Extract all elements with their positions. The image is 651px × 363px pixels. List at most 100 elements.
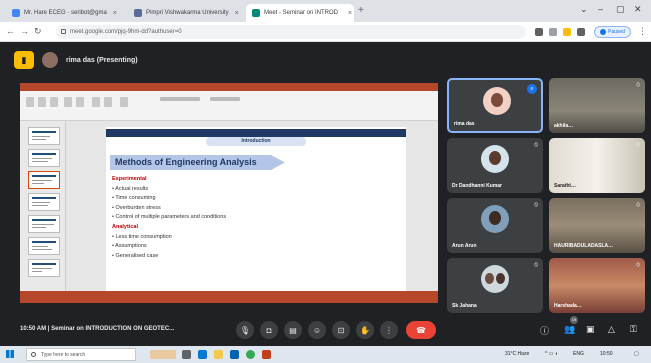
slide-bullet: • Assumptions [112, 243, 147, 250]
system-tray-icons[interactable]: ^ ▭ ◖ [545, 351, 558, 357]
close-window-icon[interactable]: ✕ [634, 4, 642, 15]
leave-call-button[interactable]: ☎ [406, 321, 436, 339]
star-icon[interactable] [563, 28, 571, 36]
slide-bullet-list: Experimental • Actual results • Time con… [112, 175, 312, 261]
participant-name: Dr Dandhanni Kumar [452, 183, 503, 189]
host-controls-icon[interactable]: ⚿ [630, 324, 637, 335]
people-icon[interactable]: 👥 [564, 324, 575, 335]
slide-canvas: Introduction Methods of Engineering Anal… [66, 121, 438, 291]
more-options-button[interactable]: ⋮ [380, 321, 398, 339]
participant-tile[interactable]: ⦸ Dr Dandhanni Kumar [447, 138, 543, 193]
participant-tile[interactable]: ⦸ Harshada… [549, 258, 645, 313]
present-screen-button[interactable]: ⊡ [332, 321, 350, 339]
camera-permission-icon[interactable] [535, 28, 543, 36]
slide-thumbnail [28, 237, 60, 255]
mic-off-icon: ⦸ [636, 82, 640, 88]
minimize-icon[interactable]: – [598, 4, 603, 14]
presenter-avatar [42, 52, 58, 68]
participant-name: Sarathi… [554, 183, 576, 189]
captions-button[interactable]: ▤ [284, 321, 302, 339]
participant-avatar [483, 87, 511, 115]
slide-bullet: • Generalised case [112, 252, 159, 259]
slide-bullet: • Overburden stress [112, 204, 161, 211]
slide-thumbnails [20, 121, 66, 291]
back-icon[interactable]: ← [6, 26, 15, 36]
participant-name: rima das [454, 121, 475, 127]
ribbon-button [76, 97, 84, 107]
speaking-indicator-icon: ≡ [527, 84, 537, 94]
close-tab-icon[interactable]: × [235, 10, 239, 17]
search-placeholder: Type here to search [41, 351, 86, 358]
presentation-icon[interactable]: ▮ [14, 51, 34, 69]
participant-tile[interactable]: ⦸ Sarathi… [549, 138, 645, 193]
participant-tile[interactable]: ⦸ HAURIBADULADASLA… [549, 198, 645, 253]
extensions-icon[interactable] [577, 28, 585, 36]
chevron-down-icon[interactable]: ⌄ [580, 4, 588, 15]
chrome-icon[interactable] [246, 350, 255, 359]
file-explorer-icon[interactable] [214, 350, 223, 359]
powerpoint-icon[interactable] [262, 350, 271, 359]
store-icon[interactable] [230, 350, 239, 359]
activities-icon[interactable]: △ [608, 324, 615, 335]
shared-screen: Introduction Methods of Engineering Anal… [20, 83, 438, 303]
participant-tile[interactable]: ⦸ akhila… [549, 78, 645, 133]
mic-toggle-button[interactable]: 🎙 [236, 321, 254, 339]
task-view-icon[interactable] [182, 350, 191, 359]
slide-title: Methods of Engineering Analysis [110, 155, 285, 170]
mic-off-icon: ⦸ [534, 262, 538, 268]
forward-icon[interactable]: → [20, 26, 29, 36]
participant-tile[interactable]: ⦸ Sk Jahana [447, 258, 543, 313]
language-indicator[interactable]: ENG [573, 351, 584, 357]
participant-avatar [481, 145, 509, 173]
participant-tile[interactable]: ⦸ Arun Arun [447, 198, 543, 253]
presenter-label: rima das (Presenting) [66, 56, 138, 64]
camera-toggle-button[interactable]: ◘ [260, 321, 278, 339]
slide-thumbnail [28, 193, 60, 211]
slide-bullet: • Less time consumption [112, 233, 172, 240]
taskbar-search-input[interactable]: Type here to search [26, 348, 136, 361]
mic-off-icon: ⦸ [636, 262, 640, 268]
lock-icon [61, 29, 66, 34]
gmail-favicon-icon [12, 9, 20, 17]
edge-icon[interactable] [198, 350, 207, 359]
more-menu-icon[interactable]: ⋮ [638, 26, 647, 37]
tab-label: Pimpri Vishwakarma University [146, 10, 229, 16]
slide-section-label: Introduction [206, 137, 306, 146]
url-field[interactable]: meet.google.com/pjq-9hm-dd?authuser=0 [56, 25, 526, 39]
close-tab-icon[interactable]: × [348, 10, 352, 17]
ribbon-button [38, 97, 46, 107]
close-tab-icon[interactable]: × [113, 10, 117, 17]
slide-thumbnail [28, 215, 60, 233]
notifications-icon[interactable]: ▢ [634, 351, 639, 357]
emoji-button[interactable]: ☺ [308, 321, 326, 339]
ribbon-button [120, 97, 128, 107]
maximize-icon[interactable]: ▢ [616, 4, 625, 15]
university-favicon-icon [134, 9, 142, 17]
ribbon-button [64, 97, 72, 107]
new-tab-icon[interactable]: + [358, 5, 364, 16]
browser-tab-meet[interactable]: Meet - Seminar on INTROD × [246, 4, 354, 22]
chat-icon[interactable]: ▣ [586, 324, 595, 335]
participant-avatar [481, 205, 509, 233]
profile-avatar-icon [600, 29, 606, 35]
weather-indicator[interactable]: 31°C Haze [505, 351, 529, 357]
profile-paused-button[interactable]: Paused [594, 26, 631, 38]
windows-taskbar: Type here to search 31°C Haze ^ ▭ ◖ ENG … [0, 346, 651, 363]
slide-bullet: • Time consuming [112, 195, 156, 202]
participant-name: Sk Jahana [452, 303, 477, 309]
mic-off-icon: ⦸ [636, 202, 640, 208]
browser-tab-1[interactable]: Mr. Hare ECEG · seribot@gma × [6, 4, 124, 22]
ribbon-button [210, 97, 240, 101]
raise-hand-button[interactable]: ✋ [356, 321, 374, 339]
browser-tab-2[interactable]: Pimpri Vishwakarma University × [128, 4, 243, 22]
participant-tile[interactable]: ≡ rima das [447, 78, 543, 133]
meeting-details-icon[interactable]: ⓘ [540, 324, 549, 337]
participant-avatar [481, 265, 509, 293]
participant-name: Harshada… [554, 303, 582, 309]
windows-start-icon[interactable] [6, 350, 14, 358]
cortana-image-icon[interactable] [150, 350, 176, 359]
share-icon[interactable] [549, 28, 557, 36]
slide-thumbnail [28, 149, 60, 167]
taskbar-clock[interactable]: 10:50 [600, 351, 613, 357]
reload-icon[interactable]: ↻ [34, 26, 42, 37]
